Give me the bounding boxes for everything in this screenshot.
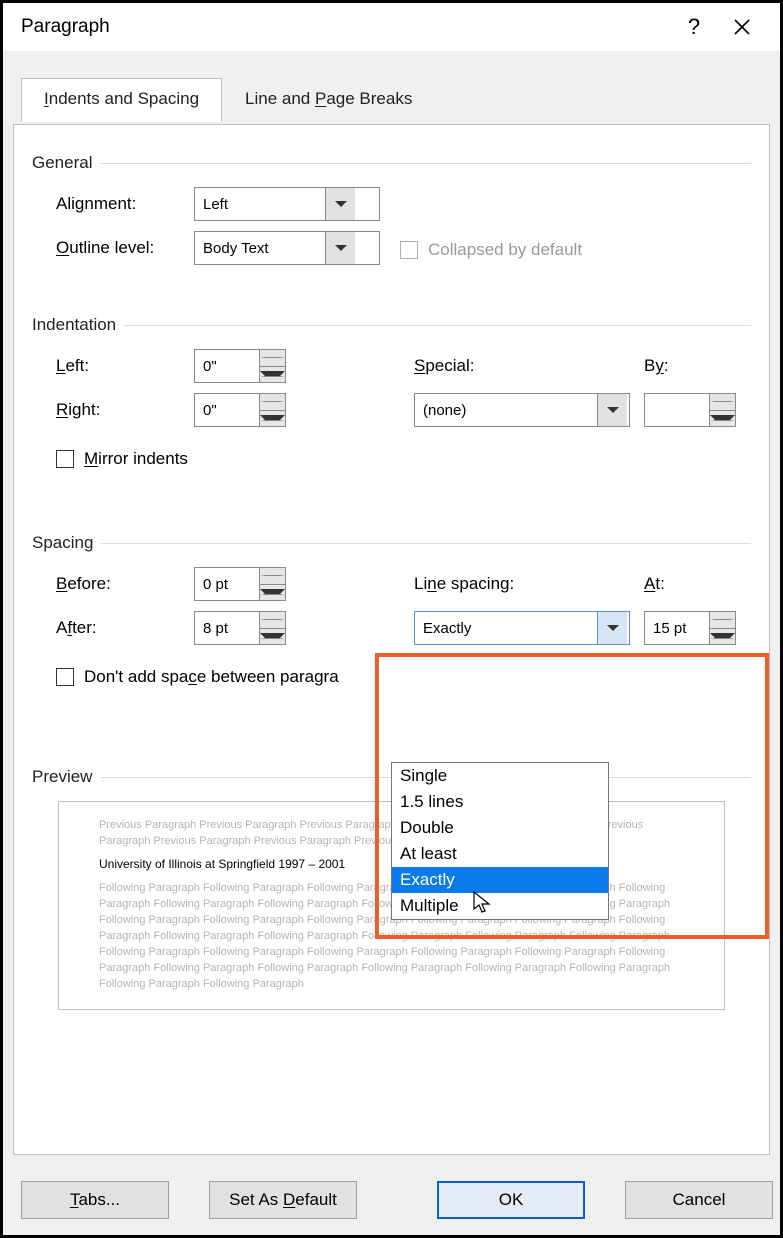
alignment-value: Left: [195, 188, 325, 220]
special-combo[interactable]: (none): [414, 393, 630, 427]
tabs-button[interactable]: Tabs...: [21, 1181, 169, 1219]
special-value: (none): [415, 394, 597, 426]
chevron-up-icon[interactable]: [260, 568, 285, 585]
outline-level-label: Outline level:: [56, 238, 194, 258]
indent-right-spin[interactable]: 0": [194, 393, 286, 427]
indent-left-value: 0": [195, 350, 259, 382]
dialog-footer: Tabs... Set As Default OK Cancel: [3, 1165, 780, 1235]
line-spacing-label: Line spacing:: [414, 574, 644, 594]
option-1-5-lines[interactable]: 1.5 lines: [392, 789, 608, 815]
tab-panel: General Alignment: Left Outline level: B…: [13, 124, 770, 1155]
option-double[interactable]: Double: [392, 815, 608, 841]
chevron-down-icon[interactable]: [260, 411, 285, 427]
chevron-up-icon[interactable]: [710, 612, 735, 629]
tab-strip: Indents and Spacing Line and Page Breaks: [21, 77, 770, 121]
before-label: Before:: [56, 574, 194, 594]
dialog-content: Indents and Spacing Line and Page Breaks…: [3, 51, 780, 1235]
group-label-preview: Preview: [32, 767, 100, 787]
help-button[interactable]: ?: [670, 14, 718, 40]
mirror-indents-check[interactable]: Mirror indents: [56, 449, 188, 469]
collapsed-default-check: Collapsed by default: [400, 240, 582, 260]
ok-button[interactable]: OK: [437, 1181, 585, 1219]
divider: [100, 163, 751, 164]
chevron-down-icon[interactable]: [597, 612, 627, 644]
title-bar: Paragraph ?: [3, 3, 780, 51]
chevron-down-icon[interactable]: [260, 367, 285, 383]
indent-left-label: Left:: [56, 356, 194, 376]
at-spin[interactable]: 15 pt: [644, 611, 736, 645]
tab-indents-spacing[interactable]: Indents and Spacing: [21, 78, 222, 122]
dialog-title: Paragraph: [21, 16, 670, 38]
by-label: By:: [644, 356, 669, 376]
indent-right-value: 0": [195, 394, 259, 426]
option-single[interactable]: Single: [392, 763, 608, 789]
divider: [124, 325, 751, 326]
chevron-down-icon[interactable]: [325, 232, 355, 264]
group-general: General: [32, 153, 751, 173]
group-indentation: Indentation: [32, 315, 751, 335]
chevron-down-icon[interactable]: [710, 411, 735, 427]
alignment-combo[interactable]: Left: [194, 187, 380, 221]
group-label-indentation: Indentation: [32, 315, 124, 335]
mirror-indents-label: Mirror indents: [84, 449, 188, 469]
cancel-button[interactable]: Cancel: [625, 1181, 773, 1219]
line-spacing-dropdown[interactable]: Single 1.5 lines Double At least Exactly…: [391, 762, 609, 920]
group-spacing: Spacing: [32, 533, 751, 553]
divider: [101, 543, 751, 544]
outline-level-value: Body Text: [195, 232, 325, 264]
line-spacing-value: Exactly: [415, 612, 597, 644]
after-label: After:: [56, 618, 194, 638]
group-label-general: General: [32, 153, 100, 173]
chevron-up-icon[interactable]: [710, 394, 735, 411]
before-spin[interactable]: 0 pt: [194, 567, 286, 601]
set-default-button[interactable]: Set As Default: [209, 1181, 357, 1219]
special-label: Special:: [414, 356, 644, 376]
chevron-down-icon[interactable]: [597, 394, 627, 426]
by-spin[interactable]: [644, 393, 736, 427]
chevron-up-icon[interactable]: [260, 394, 285, 411]
after-value: 8 pt: [195, 612, 259, 644]
option-exactly[interactable]: Exactly: [392, 867, 608, 893]
close-button[interactable]: [718, 12, 766, 43]
paragraph-dialog: Paragraph ? Indents and Spacing Line and…: [0, 0, 783, 1238]
chevron-down-icon[interactable]: [710, 629, 735, 645]
chevron-down-icon[interactable]: [260, 629, 285, 645]
chevron-down-icon[interactable]: [260, 585, 285, 601]
chevron-down-icon[interactable]: [325, 188, 355, 220]
option-at-least[interactable]: At least: [392, 841, 608, 867]
outline-level-combo[interactable]: Body Text: [194, 231, 380, 265]
line-spacing-combo[interactable]: Exactly: [414, 611, 630, 645]
tab-line-page-breaks[interactable]: Line and Page Breaks: [222, 78, 435, 122]
checkbox-icon: [56, 450, 74, 468]
before-value: 0 pt: [195, 568, 259, 600]
alignment-label: Alignment:: [56, 194, 194, 214]
group-label-spacing: Spacing: [32, 533, 101, 553]
option-multiple[interactable]: Multiple: [392, 893, 608, 919]
after-spin[interactable]: 8 pt: [194, 611, 286, 645]
by-value: [645, 394, 709, 426]
indent-left-spin[interactable]: 0": [194, 349, 286, 383]
chevron-up-icon[interactable]: [260, 612, 285, 629]
dont-add-space-check[interactable]: Don't add space between paragra: [56, 667, 339, 687]
checkbox-icon: [400, 241, 418, 259]
collapsed-default-label: Collapsed by default: [428, 240, 582, 260]
checkbox-icon: [56, 668, 74, 686]
chevron-up-icon[interactable]: [260, 350, 285, 367]
at-value: 15 pt: [645, 612, 709, 644]
indent-right-label: Right:: [56, 400, 194, 420]
dont-add-space-label: Don't add space between paragra: [84, 667, 339, 687]
at-label: At:: [644, 574, 665, 594]
